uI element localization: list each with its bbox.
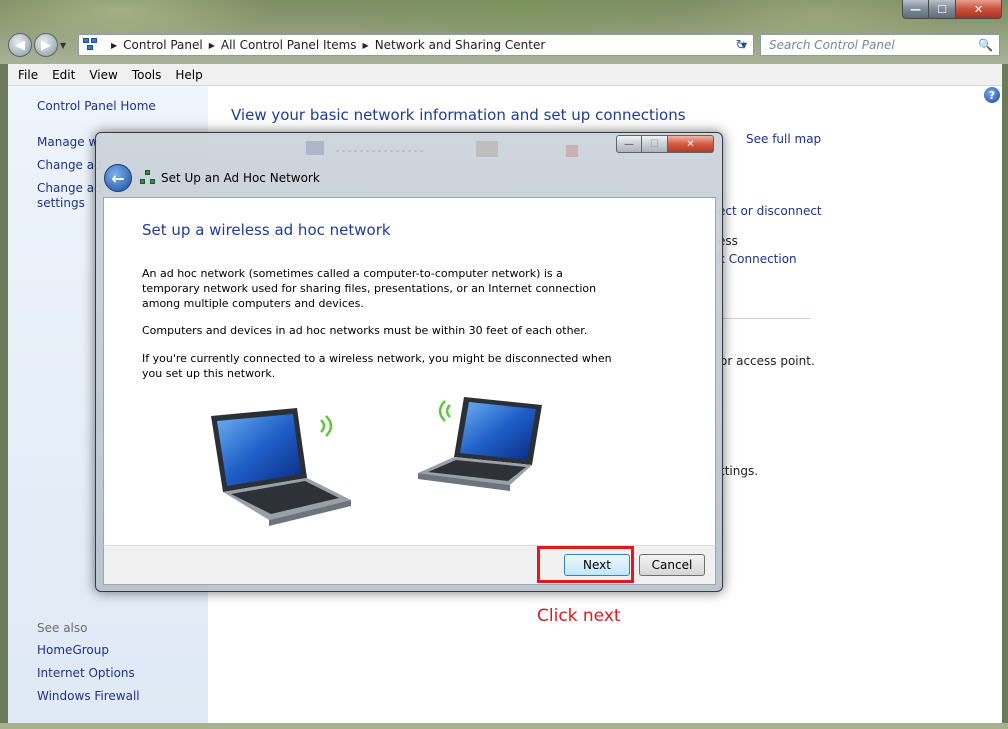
sidebar-item-manage-wireless[interactable]: Manage wi <box>37 135 102 150</box>
next-highlight-box <box>537 546 634 583</box>
sidebar-item-change-advanced[interactable]: Change ad <box>37 181 102 196</box>
menu-file[interactable]: File <box>12 68 46 82</box>
page-title: View your basic network information and … <box>231 106 686 124</box>
back-arrow-icon: ← <box>111 168 125 188</box>
breadcrumb-network-sharing[interactable]: Network and Sharing Center <box>375 38 546 52</box>
breadcrumb-all-items[interactable]: All Control Panel Items <box>221 38 357 52</box>
menu-view[interactable]: View <box>83 68 125 82</box>
see-also-label: See also <box>37 621 88 635</box>
dialog-close-button[interactable]: ✕ <box>668 135 714 153</box>
click-next-annotation: Click next <box>537 606 621 626</box>
sidebar-item-internet-options[interactable]: Internet Options <box>37 666 135 681</box>
close-button[interactable]: ✕ <box>956 0 1002 19</box>
laptop-left-icon <box>211 408 351 526</box>
dialog-title: Set Up an Ad Hoc Network <box>161 171 320 185</box>
divider <box>723 318 811 319</box>
window-caption-buttons: — ☐ ✕ <box>902 0 1002 19</box>
sidebar-item-homegroup[interactable]: HomeGroup <box>37 643 109 658</box>
menu-help[interactable]: Help <box>169 68 210 82</box>
network-icon <box>140 170 156 186</box>
refresh-icon: ↻ <box>735 37 747 53</box>
ad-hoc-wizard-dialog: — ☐ ✕ ← Set Up an Ad Hoc Network Set up … <box>95 132 723 592</box>
window-bottom-border <box>0 723 1008 729</box>
breadcrumb-control-panel[interactable]: Control Panel <box>123 38 203 52</box>
menu-bar: File Edit View Tools Help <box>8 64 1002 86</box>
cancel-button[interactable]: Cancel <box>639 554 705 576</box>
dialog-maximize-button: ☐ <box>642 135 668 153</box>
address-bar[interactable]: ▶ Control Panel ▶ All Control Panel Item… <box>78 34 754 56</box>
breadcrumb-separator-icon[interactable]: ▶ <box>209 41 215 50</box>
maximize-button[interactable]: ☐ <box>929 0 956 19</box>
connect-disconnect-link[interactable]: ect or disconnect <box>718 204 822 218</box>
search-input[interactable]: Search Control Panel 🔍 <box>760 34 1000 56</box>
menu-edit[interactable]: Edit <box>46 68 83 82</box>
sidebar-item-settings[interactable]: settings <box>37 196 85 211</box>
settings-text: ttings. <box>720 464 759 478</box>
sidebar-item-change-adapter[interactable]: Change ad <box>37 158 102 173</box>
back-arrow-icon: ◀ <box>15 37 25 53</box>
forward-button[interactable]: ▶ <box>34 33 58 57</box>
forward-arrow-icon: ▶ <box>41 37 51 53</box>
help-icon[interactable]: ? <box>984 87 1000 103</box>
connection-link[interactable]: k Connection <box>718 252 797 266</box>
laptop-right-icon <box>418 397 542 491</box>
sidebar-item-windows-firewall[interactable]: Windows Firewall <box>37 689 140 704</box>
range-paragraph: Computers and devices in ad hoc networks… <box>142 324 588 337</box>
disconnect-warning-paragraph: If you're currently connected to a wirel… <box>142 352 612 380</box>
dialog-minimize-button[interactable]: — <box>616 135 642 153</box>
access-point-text: or access point. <box>720 354 815 368</box>
recent-pages-dropdown-icon[interactable]: ▼ <box>60 41 66 50</box>
wizard-heading: Set up a wireless ad hoc network <box>142 221 391 239</box>
search-icon[interactable]: 🔍 <box>978 38 993 52</box>
search-placeholder: Search Control Panel <box>769 38 895 52</box>
dialog-caption-buttons: — ☐ ✕ <box>616 135 714 153</box>
minimize-button[interactable]: — <box>902 0 929 19</box>
menu-tools[interactable]: Tools <box>126 68 170 82</box>
refresh-button[interactable]: ↻ <box>730 34 752 56</box>
control-panel-icon <box>83 38 99 52</box>
background-ghost-text <box>306 141 606 184</box>
breadcrumb-separator-icon[interactable]: ▶ <box>363 41 369 50</box>
wizard-body: Set up a wireless ad hoc network An ad h… <box>103 197 716 545</box>
see-full-map-link[interactable]: See full map <box>746 132 821 146</box>
sidebar-item-control-panel-home[interactable]: Control Panel Home <box>37 99 156 114</box>
description-paragraph: An ad hoc network (sometimes called a co… <box>142 267 597 310</box>
wizard-back-button[interactable]: ← <box>104 164 132 192</box>
back-button[interactable]: ◀ <box>8 33 32 57</box>
nav-buttons: ◀ ▶ ▼ <box>8 32 70 58</box>
breadcrumb-separator-icon[interactable]: ▶ <box>111 41 117 50</box>
